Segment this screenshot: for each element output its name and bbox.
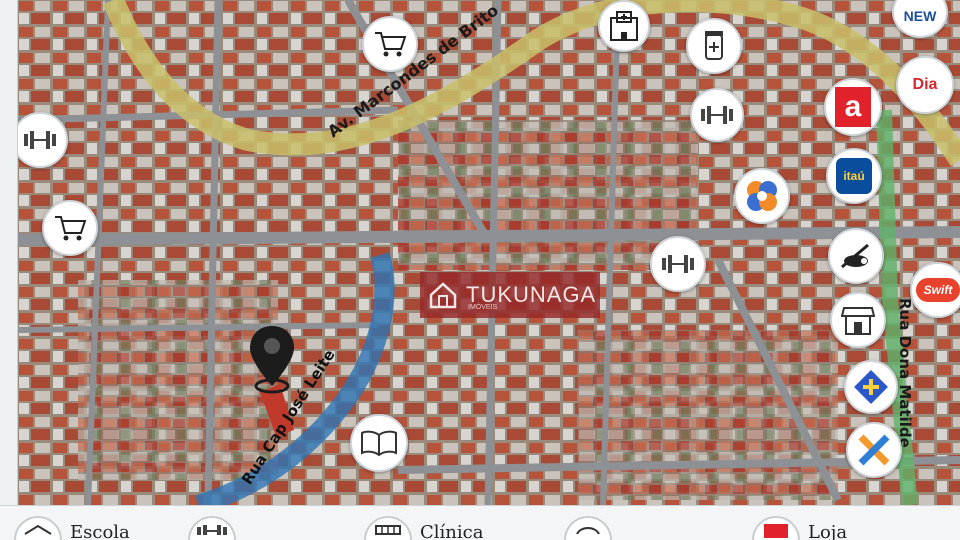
shopping-cart-icon[interactable] — [362, 16, 418, 72]
store-icon[interactable] — [830, 292, 886, 348]
legend-label-store: Loja — [808, 522, 848, 540]
left-frame-border — [0, 0, 18, 505]
clinic-plus-icon[interactable] — [734, 168, 790, 224]
location-pin-icon[interactable] — [244, 324, 300, 398]
legend-item-store[interactable]: Loja — [752, 516, 847, 540]
watermark-sub: IMÓVEIS — [468, 304, 498, 311]
americanas-logo[interactable]: a — [824, 78, 882, 136]
school-icon — [14, 516, 62, 540]
rua-dona-label: Rua Dona Matilde — [896, 298, 914, 448]
watermark: TUKUNAGA IMÓVEIS — [420, 272, 600, 318]
legend-item-gym[interactable] — [188, 516, 244, 540]
legend-bar: Escola Clínica Loja — [0, 505, 960, 540]
shopping-cart-icon[interactable] — [42, 200, 98, 256]
legend-item-school[interactable]: Escola — [14, 516, 130, 540]
gym-icon[interactable] — [650, 236, 706, 292]
gym-icon[interactable] — [690, 88, 744, 142]
house-logo-icon — [429, 282, 457, 309]
banco-do-brasil-logo[interactable] — [844, 360, 898, 414]
bakery-icon[interactable] — [828, 228, 884, 284]
gym-icon — [188, 516, 236, 540]
bank-icon — [564, 516, 612, 540]
bank-x-logo[interactable] — [846, 422, 902, 478]
hospital-icon[interactable] — [598, 0, 650, 52]
satellite-map[interactable]: Av. Marcondes de Brito Rua Cap José Leit… — [18, 0, 960, 505]
pharmacy-icon[interactable] — [686, 18, 742, 74]
legend-label-school: Escola — [70, 522, 130, 540]
legend-item-clinic[interactable]: Clínica — [364, 516, 483, 540]
legend-item-bank[interactable] — [564, 516, 620, 540]
book-icon[interactable] — [350, 414, 408, 472]
map-screenshot: Av. Marcondes de Brito Rua Cap José Leit… — [0, 0, 960, 540]
itau-logo[interactable]: itaú — [826, 148, 882, 204]
map-background — [18, 0, 960, 505]
dia-logo[interactable]: Dia — [896, 56, 954, 114]
swift-logo[interactable]: Swift — [910, 262, 960, 318]
store-logo-icon — [752, 516, 800, 540]
clinic-icon — [364, 516, 412, 540]
legend-label-clinic: Clínica — [420, 522, 484, 540]
